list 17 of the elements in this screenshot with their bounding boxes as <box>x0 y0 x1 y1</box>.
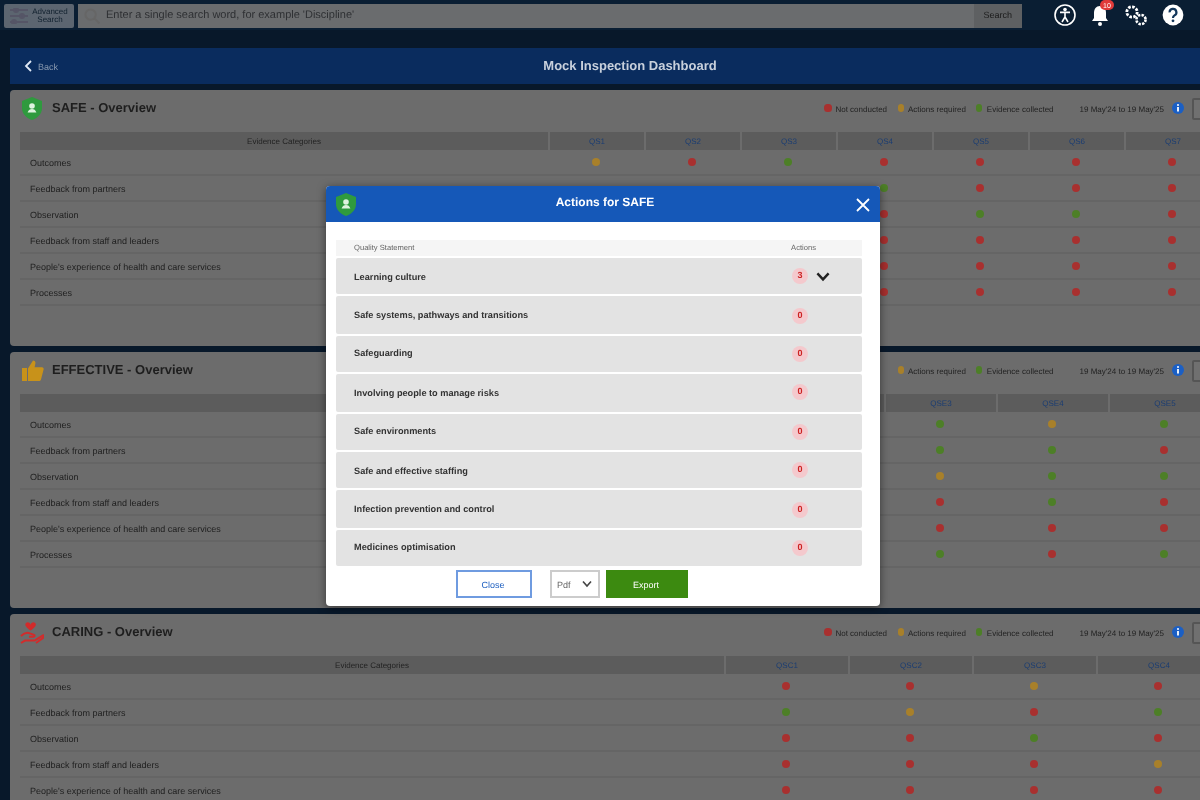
accessibility-icon <box>1054 4 1076 26</box>
close-button[interactable] <box>854 195 872 213</box>
thumbs-up-icon <box>20 358 44 382</box>
shield-icon <box>20 96 44 120</box>
filter-icon <box>10 7 28 23</box>
close-icon <box>856 197 870 211</box>
hands-heart-icon <box>20 620 44 644</box>
gears-icon <box>1124 4 1148 26</box>
bell-icon <box>1090 4 1110 26</box>
info-icon <box>1172 102 1184 114</box>
chevron-down-icon <box>581 580 591 588</box>
chevron-left-icon <box>24 60 32 72</box>
help-icon <box>1162 4 1184 26</box>
info-icon <box>1172 626 1184 638</box>
search-icon <box>84 7 100 23</box>
info-icon <box>1172 364 1184 376</box>
shield-icon <box>334 192 356 216</box>
